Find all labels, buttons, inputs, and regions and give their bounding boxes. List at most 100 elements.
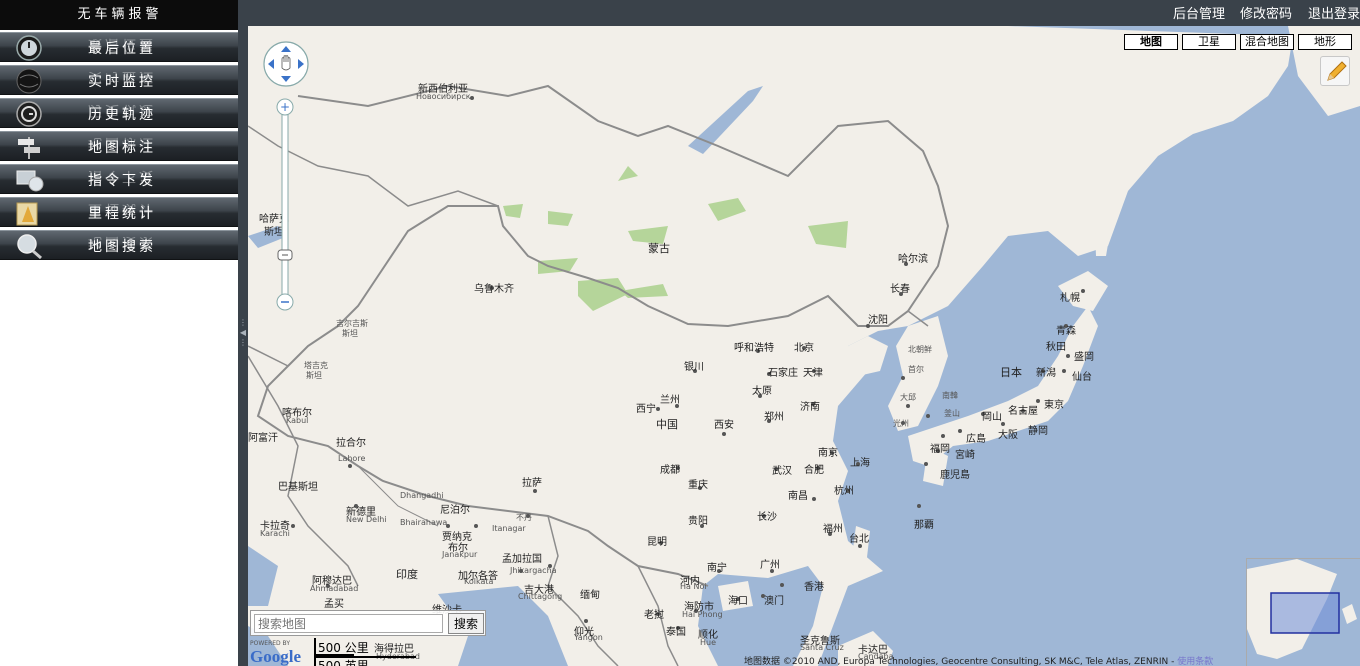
map-type-map[interactable]: 地图 — [1124, 34, 1178, 50]
map-label: 那覇 — [914, 520, 934, 531]
map-label: Dhangadhi — [400, 491, 444, 500]
map-label: 札幌 — [1060, 293, 1080, 304]
zoom-slider[interactable]: + — [276, 98, 294, 314]
map-label: 南京 — [818, 448, 838, 459]
panel-divider[interactable]: ⋮ ◀ ⋮ — [238, 0, 248, 666]
admin-link[interactable]: 后台管理 — [1173, 3, 1225, 22]
map-label: 郑州 — [764, 412, 784, 423]
magnifier-icon — [17, 234, 42, 259]
map-label: 新潟 — [1036, 368, 1056, 379]
map-label: 成都 — [660, 465, 680, 476]
map-label: 孟买 — [324, 599, 344, 610]
map-label: New Delhi — [346, 515, 387, 524]
map-label: 宮崎 — [955, 450, 975, 461]
map-label: 济南 — [800, 402, 820, 413]
map-label: 重庆 — [688, 480, 708, 491]
map-label: 贵阳 — [688, 516, 708, 527]
map-label: Lahore — [338, 454, 366, 463]
map-label: 光州 — [893, 419, 909, 428]
google-logo[interactable]: POWERED BY Google — [250, 638, 312, 666]
map-label: 首尔 — [908, 365, 924, 374]
map-label: 不丹 — [516, 513, 532, 522]
map-label: 合肥 — [804, 465, 824, 476]
map-label: 澳门 — [764, 596, 784, 607]
map-canvas[interactable]: 新西伯利亚 Новосибирск 蒙古 乌鲁木齐 哈尔滨 长春 沈阳 北朝鲜 … — [248, 26, 1360, 666]
map-type-terrain[interactable]: 地形 — [1298, 34, 1352, 50]
scale-metric: 500 公里 — [318, 641, 369, 655]
map-label: 岡山 — [982, 412, 1002, 423]
map-label: 日本 — [1000, 366, 1022, 379]
chart-icon — [16, 202, 38, 226]
map-label: 广州 — [760, 560, 780, 571]
svg-text:+: + — [280, 100, 290, 114]
alarm-status-header: 无车辆报警 — [0, 0, 240, 30]
sidebar-item-last-position[interactable]: 最后位置 最后位置 — [0, 32, 240, 62]
powered-by-text: POWERED BY — [250, 640, 291, 647]
map-label: Chittagong — [518, 592, 563, 601]
map-type-hybrid[interactable]: 混合地图 — [1240, 34, 1294, 50]
map-label: Itanagar — [492, 524, 526, 533]
map-search-button[interactable]: 搜索 — [448, 613, 484, 634]
logout-link[interactable]: 退出登录 — [1308, 3, 1360, 22]
map-label: 乌鲁木齐 — [474, 284, 514, 295]
google-wordmark: Google — [250, 647, 301, 666]
sidebar-item-send-command[interactable]: 指令下发 指令下发 — [0, 164, 240, 194]
map-label: 长春 — [890, 284, 910, 295]
copyright-text: 地图数据 ©2010 AND, Europa Technologies, Geo… — [744, 657, 1175, 666]
sidebar-item-mileage-stats[interactable]: 里程统计 里程统计 — [0, 197, 240, 227]
map-label: 秋田 — [1046, 342, 1066, 353]
app-window: 无车辆报警 最后位置 最后位置 实时监控 实时监控 历史轨迹 历史轨迹 地图标注… — [0, 0, 1360, 666]
computer-icon — [16, 170, 44, 192]
sidebar-item-realtime-monitor[interactable]: 实时监控 实时监控 — [0, 65, 240, 95]
map-label: 仙台 — [1072, 372, 1092, 383]
map-type-satellite[interactable]: 卫星 — [1182, 34, 1236, 50]
map-label: 東京 — [1044, 400, 1064, 411]
map-label: 西安 — [714, 420, 734, 431]
change-password-link[interactable]: 修改密码 — [1240, 3, 1292, 22]
sidebar-item-map-marking[interactable]: 地图标注 地图标注 — [0, 131, 240, 161]
clock-icon — [16, 35, 42, 61]
map-label: 盛岡 — [1074, 352, 1094, 363]
map-label: 石家庄 — [768, 368, 798, 379]
map-label: 哈尔滨 — [898, 254, 928, 265]
map-label: 台北 — [849, 534, 869, 545]
map-label: 尼泊尔 — [440, 505, 470, 516]
label-reflection: 里程统计 — [88, 201, 156, 217]
map-label: 杭州 — [834, 486, 854, 497]
pan-hand-icon — [263, 41, 309, 87]
map-label: 釜山 — [944, 409, 960, 418]
pan-control[interactable] — [262, 40, 310, 92]
overview-map[interactable] — [1246, 558, 1360, 666]
map-label: 鹿児島 — [940, 470, 970, 481]
map-label: 青森 — [1056, 326, 1076, 337]
map-label: Janakpur — [442, 550, 478, 559]
map-label: 拉萨 — [522, 478, 542, 489]
map-search-input[interactable] — [254, 614, 443, 633]
sidebar-item-history-track[interactable]: 历史轨迹 历史轨迹 — [0, 98, 240, 128]
map-label: Kabul — [286, 416, 309, 425]
map-label: 大阪 — [998, 430, 1018, 441]
map-label: 福岡 — [930, 444, 950, 455]
edit-tool-button[interactable] — [1320, 56, 1350, 86]
map-label: Santa Cruz — [800, 643, 844, 652]
map-label: 呼和浩特 — [734, 343, 774, 354]
map-label: 福州 — [823, 524, 843, 535]
signpost-icon — [18, 137, 40, 159]
terms-of-use-link[interactable]: 使用条款 — [1177, 657, 1213, 666]
overview-viewport[interactable] — [1270, 592, 1340, 634]
map-label: 北京 — [794, 343, 814, 354]
map-label: 长沙 — [757, 512, 777, 523]
lake-baikal — [688, 86, 763, 154]
collapse-handle-icon[interactable]: ⋮ ◀ ⋮ — [239, 318, 247, 358]
map-label: 银川 — [684, 362, 704, 373]
map-label: 武汉 — [772, 466, 792, 477]
china-border-north — [297, 84, 950, 328]
map-search-box: 搜索 — [250, 610, 486, 636]
map-label: 巴基斯坦 — [278, 482, 318, 493]
label-reflection: 地图标注 — [88, 135, 156, 151]
map-label: 西宁 — [636, 404, 656, 415]
map-label: 海口 — [728, 596, 748, 607]
sidebar-item-map-search[interactable]: 地图搜索 地图搜索 — [0, 230, 240, 260]
map-label: 兰州 — [660, 395, 680, 406]
map-label: Ha Noi — [680, 582, 707, 591]
